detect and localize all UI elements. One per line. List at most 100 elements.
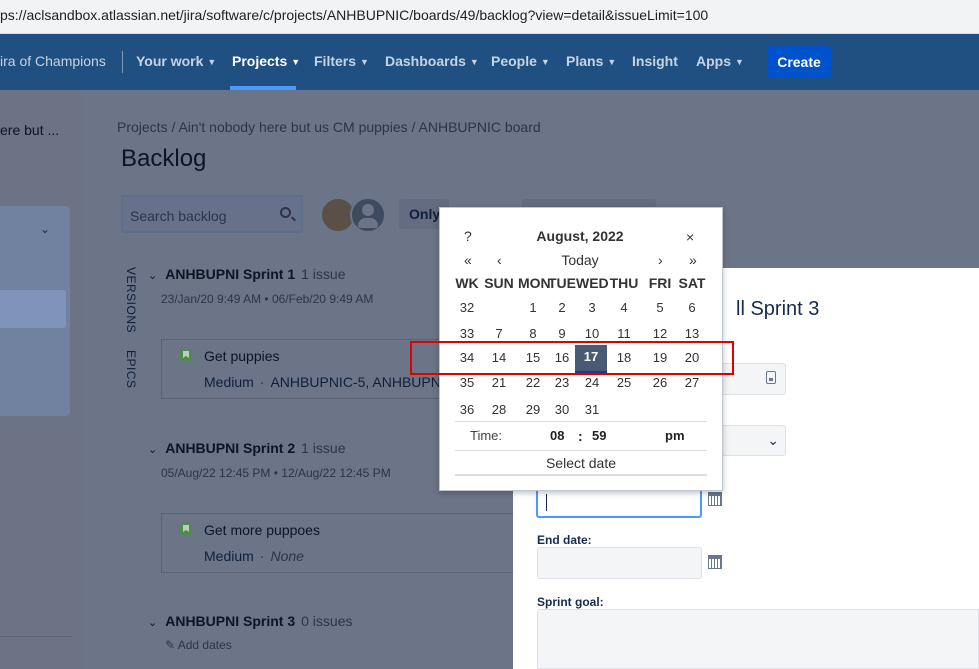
versions-panel-toggle[interactable]: VERSIONS (124, 267, 138, 333)
breadcrumb[interactable]: Projects / Ain't nobody here but us CM p… (117, 119, 541, 135)
nav-your-work[interactable]: Your work ▼ (136, 53, 216, 69)
sprint-header[interactable]: ⌄ ANHBUPNI Sprint 11 issue (148, 266, 345, 282)
week-number: 36 (459, 402, 475, 417)
week-number: 35 (459, 375, 475, 390)
create-button[interactable]: Create (767, 46, 831, 78)
divider (455, 450, 707, 451)
chevron-down-icon: ⌄ (767, 432, 779, 448)
url-text: ps://aclsandbox.atlassian.net/jira/softw… (0, 7, 709, 23)
calendar-day[interactable]: 3 (577, 300, 607, 315)
story-icon (180, 523, 192, 535)
calendar-day[interactable]: 9 (547, 326, 577, 341)
dialog-title: ll Sprint 3 (736, 298, 820, 320)
calendar-icon[interactable] (708, 492, 722, 506)
issue-summary: Get more puppoes (204, 522, 320, 538)
sprint-header[interactable]: ⌄ ANHBUPNI Sprint 21 issue (148, 440, 345, 456)
divider (455, 474, 707, 476)
calendar-day[interactable]: 6 (677, 300, 707, 315)
divider (455, 421, 707, 422)
epics-panel-toggle[interactable]: EPICS (124, 350, 138, 389)
calendar-day[interactable]: 1 (518, 300, 548, 315)
calendar-day[interactable]: 4 (609, 300, 639, 315)
help-button[interactable]: ? (464, 228, 472, 244)
prev-month-button[interactable]: ‹ (497, 252, 502, 268)
calendar-day[interactable]: 22 (518, 375, 548, 390)
address-bar[interactable]: ps://aclsandbox.atlassian.net/jira/softw… (0, 0, 979, 34)
site-brand[interactable]: ira of Champions (0, 53, 106, 69)
chevron-down-icon: ▼ (291, 57, 301, 67)
calendar-day[interactable]: 21 (484, 375, 514, 390)
nav-filters[interactable]: Filters ▼ (314, 53, 369, 69)
calendar-day[interactable]: 31 (577, 402, 607, 417)
sprint-goal-input[interactable] (537, 609, 979, 669)
weekday-header: SUN (484, 275, 514, 291)
chevron-down-icon: ▼ (540, 57, 550, 67)
calendar-day[interactable]: 12 (645, 326, 675, 341)
nav-apps[interactable]: Apps ▼ (696, 53, 744, 69)
calendar-day[interactable]: 5 (645, 300, 675, 315)
issue-meta: Medium · None (204, 548, 304, 564)
sidebar-item-backlog[interactable] (0, 290, 66, 328)
nav-people[interactable]: People ▼ (491, 53, 550, 69)
end-date-input[interactable] (537, 547, 702, 579)
chevron-down-icon: ⌄ (148, 270, 158, 282)
avatar[interactable] (350, 197, 386, 233)
prev-year-button[interactable]: « (464, 252, 472, 268)
search-icon (280, 207, 291, 218)
nav-plans[interactable]: Plans ▼ (566, 53, 616, 69)
calendar-day[interactable]: 7 (484, 326, 514, 341)
start-date-input[interactable] (536, 487, 702, 518)
calendar-day[interactable]: 23 (547, 375, 577, 390)
calendar-day[interactable]: 10 (577, 326, 607, 341)
calendar-day[interactable]: 11 (609, 326, 639, 341)
minute-field[interactable]: 59 (592, 428, 606, 443)
sprint-goal-label: Sprint goal: (537, 595, 604, 609)
ampm-toggle[interactable]: pm (665, 428, 685, 443)
chevron-down-icon: ▼ (469, 57, 479, 67)
close-icon[interactable]: × (686, 229, 694, 245)
week-number: 33 (459, 326, 475, 341)
chevron-down-icon[interactable]: ⌄ (40, 222, 50, 236)
calendar-day[interactable]: 25 (609, 375, 639, 390)
sprint-header[interactable]: ⌄ ANHBUPNI Sprint 30 issues (148, 613, 352, 629)
top-navigation: ira of Champions Your work ▼ Projects ▼ Fi… (0, 34, 979, 90)
calendar-day[interactable]: 13 (677, 326, 707, 341)
calendar-day[interactable]: 24 (577, 375, 607, 390)
calendar-day[interactable]: 29 (518, 402, 548, 417)
sidebar-divider (0, 636, 72, 637)
search-placeholder: Search backlog (130, 208, 227, 224)
calendar-icon[interactable] (708, 555, 722, 569)
nav-insight[interactable]: Insight (632, 53, 678, 69)
calendar-day[interactable]: 8 (518, 326, 548, 341)
page-title: Backlog (121, 145, 207, 172)
search-input[interactable]: Search backlog (121, 195, 303, 233)
add-dates-link[interactable]: ✎ Add dates (165, 638, 232, 652)
chevron-down-icon: ▼ (607, 57, 617, 67)
select-date-status: Select date (545, 455, 617, 471)
pencil-icon: ✎ (165, 638, 176, 652)
calendar-day[interactable]: 30 (547, 402, 577, 417)
nav-divider (122, 51, 123, 73)
weekday-header: WED (576, 275, 609, 291)
nav-projects[interactable]: Projects ▼ (232, 53, 300, 69)
issue-meta: Medium · ANHBUPNIC-5, ANHBUPN (204, 374, 441, 390)
time-label: Time: (470, 428, 503, 443)
highlight-annotation (410, 341, 734, 375)
calendar-day[interactable]: 27 (677, 375, 707, 390)
calendar-month-title: August, 2022 (536, 228, 624, 244)
week-number: 32 (459, 300, 475, 315)
weekday-header: FRI (648, 275, 672, 291)
next-year-button[interactable]: » (689, 252, 697, 268)
nav-dashboards[interactable]: Dashboards ▼ (385, 53, 479, 69)
calendar-day[interactable]: 28 (484, 402, 514, 417)
weekday-header: THU (609, 275, 639, 291)
weekday-header: MON (518, 275, 551, 291)
next-month-button[interactable]: › (658, 252, 663, 268)
hour-field[interactable]: 08 (550, 428, 564, 443)
calendar-day[interactable]: 26 (645, 375, 675, 390)
sidebar-project-name[interactable]: ere but ... (0, 122, 59, 138)
today-button[interactable]: Today (550, 252, 610, 268)
calendar-day[interactable]: 2 (547, 300, 577, 315)
sprint-dates: 23/Jan/20 9:49 AM • 06/Feb/20 9:49 AM (161, 292, 374, 306)
list-item[interactable]: Get more puppoes Medium · None (161, 513, 521, 573)
